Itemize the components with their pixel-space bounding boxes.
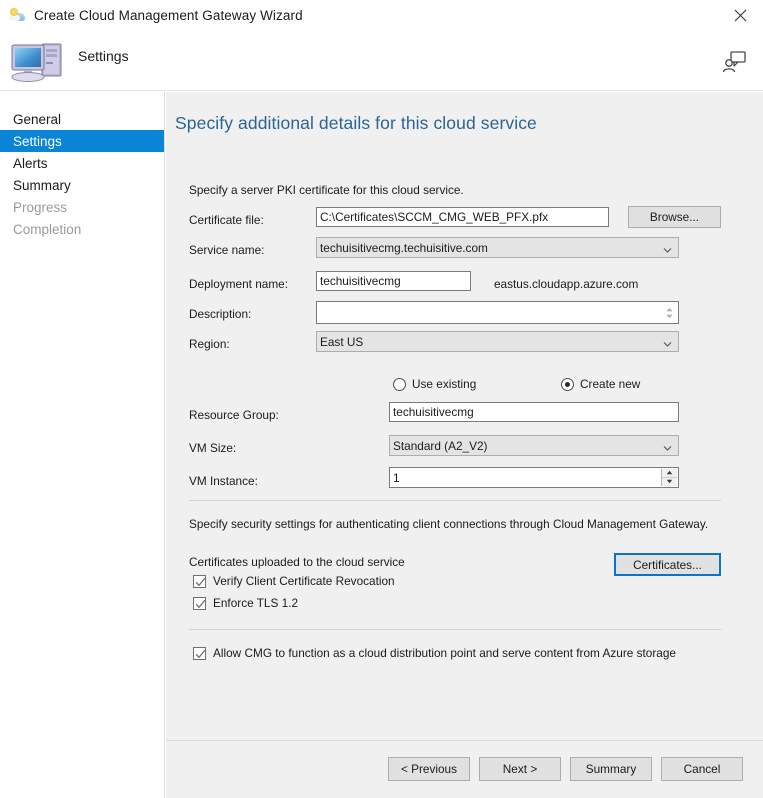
chevron-down-icon xyxy=(663,337,672,347)
sidebar-item-label: General xyxy=(13,111,62,127)
checkbox-label: Enforce TLS 1.2 xyxy=(213,596,299,610)
sidebar-item-alerts[interactable]: Alerts xyxy=(0,152,164,174)
sidebar-item-progress: Progress xyxy=(0,196,164,218)
vm-size-label: VM Size: xyxy=(189,441,237,455)
separator-cdp xyxy=(189,629,721,630)
wizard-content: Specify additional details for this clou… xyxy=(166,92,763,798)
create-new-radio[interactable]: Create new xyxy=(561,377,640,391)
service-name-label: Service name: xyxy=(189,243,265,257)
radio-circle-icon xyxy=(561,377,574,391)
description-label: Description: xyxy=(189,307,252,321)
pki-intro-text: Specify a server PKI certificate for thi… xyxy=(189,183,464,197)
checkbox-label: Allow CMG to function as a cloud distrib… xyxy=(213,646,676,660)
cloud-wizard-icon xyxy=(9,7,27,25)
sidebar-item-settings[interactable]: Settings xyxy=(0,130,164,152)
computer-icon xyxy=(8,36,70,86)
resource-group-value: techuisitivecmg xyxy=(393,405,474,419)
browse-button[interactable]: Browse... xyxy=(628,206,721,228)
sidebar-item-label: Settings xyxy=(13,133,62,149)
window-title: Create Cloud Management Gateway Wizard xyxy=(34,8,303,23)
chevron-down-icon xyxy=(663,243,672,253)
deployment-name-suffix: eastus.cloudapp.azure.com xyxy=(494,277,639,291)
region-value: East US xyxy=(320,334,364,349)
deployment-name-input[interactable]: techuisitivecmg xyxy=(316,271,471,291)
description-input[interactable] xyxy=(316,301,679,324)
cancel-button[interactable]: Cancel xyxy=(661,757,743,781)
checkbox-check-icon xyxy=(193,646,206,660)
region-combobox[interactable]: East US xyxy=(316,331,679,352)
spin-down-icon[interactable] xyxy=(662,478,677,487)
service-name-value: techuisitivecmg.techuisitive.com xyxy=(320,240,488,255)
vm-instance-label: VM Instance: xyxy=(189,474,258,488)
checkbox-label: Verify Client Certificate Revocation xyxy=(213,574,395,588)
sidebar-item-general[interactable]: General xyxy=(0,108,164,130)
wizard-sidebar: General Settings Alerts Summary Progress… xyxy=(0,92,165,798)
resource-group-input[interactable]: techuisitivecmg xyxy=(389,402,679,422)
region-label: Region: xyxy=(189,337,230,351)
resource-group-label: Resource Group: xyxy=(189,408,279,422)
deployment-name-label: Deployment name: xyxy=(189,277,289,291)
allow-cmg-cloud-distribution-point-checkbox[interactable]: Allow CMG to function as a cloud distrib… xyxy=(193,646,676,660)
certificate-file-label: Certificate file: xyxy=(189,213,264,227)
separator-security xyxy=(189,500,721,501)
previous-button[interactable]: < Previous xyxy=(388,757,470,781)
chevron-down-icon xyxy=(663,441,672,451)
vm-instance-spin-buttons[interactable] xyxy=(661,469,677,486)
settings-form: Specify a server PKI certificate for thi… xyxy=(166,92,763,798)
vm-size-combobox[interactable]: Standard (A2_V2) xyxy=(389,435,679,456)
sidebar-item-label: Completion xyxy=(13,221,82,237)
summary-button[interactable]: Summary xyxy=(570,757,652,781)
sidebar-item-completion: Completion xyxy=(0,218,164,240)
verify-client-certificate-revocation-checkbox[interactable]: Verify Client Certificate Revocation xyxy=(193,574,395,588)
sidebar-item-summary[interactable]: Summary xyxy=(0,174,164,196)
certificate-file-input[interactable]: C:\Certificates\SCCM_CMG_WEB_PFX.pfx xyxy=(316,207,609,227)
certificate-file-value: C:\Certificates\SCCM_CMG_WEB_PFX.pfx xyxy=(320,210,549,224)
create-new-label: Create new xyxy=(580,377,641,391)
header-title: Settings xyxy=(78,48,129,64)
checkbox-check-icon xyxy=(193,596,206,610)
spin-up-icon[interactable] xyxy=(662,469,677,478)
deployment-name-value: techuisitivecmg xyxy=(320,274,401,288)
vm-size-value: Standard (A2_V2) xyxy=(393,438,488,453)
checkbox-check-icon xyxy=(193,574,206,588)
wizard-footer: < Previous Next > Summary Cancel xyxy=(166,740,763,798)
vm-instance-value: 1 xyxy=(393,470,400,485)
enforce-tls-checkbox[interactable]: Enforce TLS 1.2 xyxy=(193,596,298,610)
sidebar-item-label: Alerts xyxy=(13,155,48,171)
certificates-button[interactable]: Certificates... xyxy=(614,553,721,576)
resize-grip-icon[interactable] xyxy=(664,307,675,318)
wizard-header: Settings xyxy=(0,31,763,91)
vm-instance-stepper[interactable]: 1 xyxy=(389,467,679,488)
radio-circle-icon xyxy=(393,377,406,391)
sidebar-item-label: Progress xyxy=(13,199,68,215)
feedback-person-icon[interactable] xyxy=(719,48,749,76)
certificates-uploaded-label: Certificates uploaded to the cloud servi… xyxy=(189,555,405,569)
use-existing-radio[interactable]: Use existing xyxy=(393,377,476,391)
next-button[interactable]: Next > xyxy=(479,757,561,781)
security-intro-text: Specify security settings for authentica… xyxy=(189,517,709,531)
sidebar-item-label: Summary xyxy=(13,177,71,193)
use-existing-label: Use existing xyxy=(412,377,477,391)
service-name-combobox[interactable]: techuisitivecmg.techuisitive.com xyxy=(316,237,679,258)
close-icon[interactable] xyxy=(718,0,763,31)
window-titlebar: Create Cloud Management Gateway Wizard xyxy=(0,0,763,31)
